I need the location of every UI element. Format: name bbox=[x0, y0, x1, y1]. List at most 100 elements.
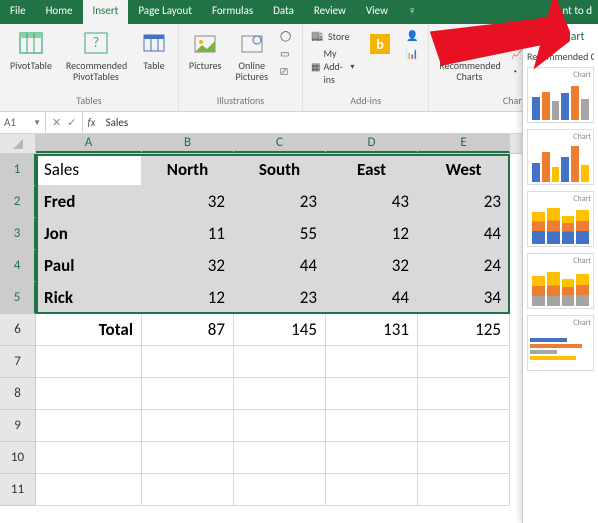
cell[interactable] bbox=[36, 346, 142, 378]
tab-data[interactable]: Data bbox=[263, 0, 304, 24]
cell[interactable] bbox=[142, 378, 234, 410]
name-box[interactable]: A1▼ bbox=[0, 112, 46, 133]
cell-a1[interactable]: Sales bbox=[36, 154, 142, 186]
cell-e1[interactable]: West bbox=[418, 154, 510, 186]
cell[interactable] bbox=[36, 378, 142, 410]
row-header-1[interactable]: 1 bbox=[0, 154, 36, 186]
cell[interactable] bbox=[142, 442, 234, 474]
tab-file[interactable]: File bbox=[0, 0, 36, 24]
cell-d3[interactable]: 12 bbox=[326, 218, 418, 250]
chart-thumb-clustered-2[interactable]: Chart bbox=[527, 129, 594, 185]
row-header-6[interactable]: 6 bbox=[0, 314, 36, 346]
row-header-8[interactable]: 8 bbox=[0, 378, 36, 410]
cell[interactable] bbox=[36, 410, 142, 442]
cell-a2[interactable]: Fred bbox=[36, 186, 142, 218]
col-header-b[interactable]: B bbox=[142, 134, 234, 153]
col-header-e[interactable]: E bbox=[418, 134, 510, 153]
chart-thumb-hbar[interactable]: Chart bbox=[527, 315, 594, 371]
cell[interactable] bbox=[418, 410, 510, 442]
pictures-button[interactable]: Pictures bbox=[185, 28, 226, 73]
cell-b5[interactable]: 12 bbox=[142, 282, 234, 314]
cell[interactable] bbox=[234, 346, 326, 378]
tab-home[interactable]: Home bbox=[36, 0, 83, 24]
cell-e5[interactable]: 34 bbox=[418, 282, 510, 314]
cell-e2[interactable]: 23 bbox=[418, 186, 510, 218]
cell-c2[interactable]: 23 bbox=[234, 186, 326, 218]
cell[interactable] bbox=[36, 474, 142, 506]
cell[interactable] bbox=[326, 474, 418, 506]
cell-a5[interactable]: Rick bbox=[36, 282, 142, 314]
recommended-pivottables-button[interactable]: ? Recommended PivotTables bbox=[62, 28, 130, 84]
row-header-4[interactable]: 4 bbox=[0, 250, 36, 282]
cell-a3[interactable]: Jon bbox=[36, 218, 142, 250]
cell-c3[interactable]: 55 bbox=[234, 218, 326, 250]
row-header-2[interactable]: 2 bbox=[0, 186, 36, 218]
chart-thumb-stacked[interactable]: Chart bbox=[527, 191, 594, 247]
tab-tell-me[interactable]: ♀ bbox=[398, 0, 426, 24]
cell[interactable] bbox=[326, 346, 418, 378]
cell-c1[interactable]: South bbox=[234, 154, 326, 186]
cell[interactable] bbox=[326, 442, 418, 474]
select-all-button[interactable] bbox=[0, 134, 36, 153]
row-header-7[interactable]: 7 bbox=[0, 346, 36, 378]
visio-button[interactable]: 📊 bbox=[404, 46, 422, 62]
fx-label[interactable]: fx bbox=[83, 112, 99, 133]
cell-b2[interactable]: 32 bbox=[142, 186, 234, 218]
cell[interactable] bbox=[326, 378, 418, 410]
cell[interactable] bbox=[234, 474, 326, 506]
cell-d5[interactable]: 44 bbox=[326, 282, 418, 314]
cell-d6[interactable]: 131 bbox=[326, 314, 418, 346]
online-pictures-button[interactable]: Online Pictures bbox=[231, 28, 272, 84]
cell[interactable] bbox=[326, 410, 418, 442]
row-header-9[interactable]: 9 bbox=[0, 410, 36, 442]
table-button[interactable]: Table bbox=[136, 28, 172, 73]
cell-e3[interactable]: 44 bbox=[418, 218, 510, 250]
tab-formulas[interactable]: Formulas bbox=[202, 0, 263, 24]
cell-c4[interactable]: 44 bbox=[234, 250, 326, 282]
people-graph-button[interactable]: 👤 bbox=[404, 28, 422, 44]
store-button[interactable]: 🏬Store bbox=[309, 28, 356, 44]
cell-b1[interactable]: North bbox=[142, 154, 234, 186]
cell[interactable] bbox=[234, 442, 326, 474]
cell-e4[interactable]: 24 bbox=[418, 250, 510, 282]
cell-a6[interactable]: Total bbox=[36, 314, 142, 346]
cell[interactable] bbox=[418, 442, 510, 474]
cell[interactable] bbox=[418, 346, 510, 378]
col-header-c[interactable]: C bbox=[234, 134, 326, 153]
enter-icon[interactable]: ✓ bbox=[67, 116, 76, 129]
row-header-5[interactable]: 5 bbox=[0, 282, 36, 314]
cell-c5[interactable]: 23 bbox=[234, 282, 326, 314]
cell[interactable] bbox=[36, 442, 142, 474]
cell[interactable] bbox=[234, 410, 326, 442]
cell[interactable] bbox=[234, 378, 326, 410]
shapes-button[interactable]: ◯ bbox=[278, 28, 296, 44]
cell-b3[interactable]: 11 bbox=[142, 218, 234, 250]
cell[interactable] bbox=[142, 346, 234, 378]
cell-b6[interactable]: 87 bbox=[142, 314, 234, 346]
screenshot-button[interactable]: ⎚ bbox=[278, 64, 296, 80]
cell-d2[interactable]: 43 bbox=[326, 186, 418, 218]
pivottable-button[interactable]: PivotTable bbox=[6, 28, 56, 73]
recommended-charts-button[interactable]: ? Recommended Charts bbox=[435, 28, 503, 84]
cell-c6[interactable]: 145 bbox=[234, 314, 326, 346]
bingmaps-button[interactable]: b bbox=[362, 28, 398, 60]
smartart-button[interactable]: ▭ bbox=[278, 46, 296, 62]
tab-view[interactable]: View bbox=[356, 0, 398, 24]
cell[interactable] bbox=[142, 474, 234, 506]
cell-b4[interactable]: 32 bbox=[142, 250, 234, 282]
col-header-d[interactable]: D bbox=[326, 134, 418, 153]
cell[interactable] bbox=[142, 410, 234, 442]
cell-e6[interactable]: 125 bbox=[418, 314, 510, 346]
row-header-3[interactable]: 3 bbox=[0, 218, 36, 250]
row-header-11[interactable]: 11 bbox=[0, 474, 36, 506]
tab-insert[interactable]: Insert bbox=[83, 0, 129, 24]
chart-thumb-stacked-2[interactable]: Chart bbox=[527, 253, 594, 309]
cell[interactable] bbox=[418, 474, 510, 506]
cancel-icon[interactable]: ✕ bbox=[52, 116, 61, 129]
my-addins-button[interactable]: ▦My Add-ins ▾ bbox=[309, 46, 356, 87]
tab-page-layout[interactable]: Page Layout bbox=[128, 0, 202, 24]
chart-thumb-clustered[interactable]: Chart bbox=[527, 67, 594, 123]
tab-review[interactable]: Review bbox=[304, 0, 356, 24]
cell-a4[interactable]: Paul bbox=[36, 250, 142, 282]
cell[interactable] bbox=[418, 378, 510, 410]
